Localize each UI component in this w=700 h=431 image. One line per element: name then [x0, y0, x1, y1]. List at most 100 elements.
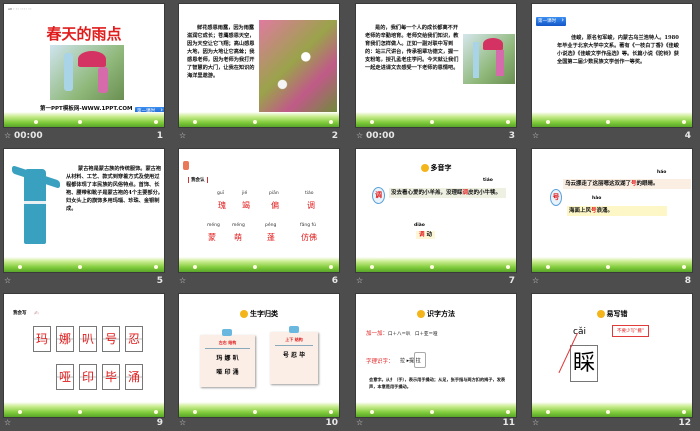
slide-thumbnail-2[interactable]: 鲜花感恩雨露，因为雨露滋润它成长；苍鹰感恩天空，因为天空让它飞翔；高山感恩大地，…	[178, 3, 340, 128]
slide-number: 2	[331, 131, 338, 141]
slide-footer-4: ☆ 4	[531, 130, 693, 144]
transition-star-icon[interactable]: ☆	[356, 276, 363, 285]
character-grid-cell: 睬	[570, 345, 598, 382]
slide-footer-3: ☆ 00:00 3	[355, 130, 517, 144]
method-etymology: 字理识字：	[366, 359, 394, 365]
slide-thumbnail-11[interactable]: 识字方法 加一加：口＋八＝叭 口＋亚＝哑 字理识字： 拉 ▸提 拉 会意字。从扌…	[355, 293, 517, 418]
badge-icon	[596, 310, 605, 318]
slide-number: 4	[684, 131, 691, 141]
transition-star-icon[interactable]: ☆	[356, 131, 363, 140]
slide-body-text: 佳峻，原名包军峻，内蒙古乌兰浩特人。1980年毕业于北京大学中文系。著有《一枝白…	[557, 35, 679, 65]
example-sentence: 海面上风号浪涌。	[567, 206, 667, 216]
clip-icon	[289, 326, 299, 333]
transition-star-icon[interactable]: ☆	[179, 276, 186, 285]
slide-thumbnail-9[interactable]: 我会写 ✍ 玛 娜 叭 号 忍 哑 印 毕 涌	[3, 293, 165, 418]
grass-decoration	[4, 257, 164, 272]
slide-footer-2: ☆ 2	[178, 130, 340, 144]
transition-star-icon[interactable]: ☆	[532, 276, 539, 285]
transition-star-icon[interactable]: ☆	[356, 418, 363, 427]
slide-thumbnail-8[interactable]: háo 乌云挪走了这丽嗯这双湖了号的眼睛。 号 hào 海面上风号浪涌。	[531, 148, 693, 273]
writing-grid-cell: 号	[102, 326, 120, 352]
grass-decoration	[179, 257, 339, 272]
writing-grid-cell: 印	[79, 364, 97, 390]
slide-footer-8: ☆ 8	[531, 275, 693, 289]
slide-thumbnail-12[interactable]: 易写错 cǎi 睬 不要少写“撇”	[531, 293, 693, 418]
writing-grid-cell: 哑	[56, 364, 74, 390]
structure-card-top-bottom: 上下 结构 号 忍 毕	[270, 326, 318, 384]
slide-number: 1	[156, 131, 163, 141]
grass-decoration	[179, 402, 339, 417]
illustration-image	[463, 34, 515, 84]
slide-number: 3	[508, 131, 515, 141]
slide-body-text: 鲜花感恩雨露，因为雨露滋润它成长；苍鹰感恩天空，因为天空让它飞翔；高山感恩大地，…	[187, 25, 255, 79]
blossom-photo	[259, 20, 337, 112]
method-add: 加一加：口＋八＝叭 口＋亚＝哑	[366, 331, 438, 337]
hand-icon: ✍	[34, 310, 40, 317]
grass-decoration	[4, 112, 164, 127]
slide-thumbnail-7[interactable]: 多音字 tiáo 调 没去看心爱的小羊羔，没理睬调皮的小牛犊。 diào 调 动	[355, 148, 517, 273]
writing-grid-cell: 涌	[125, 364, 143, 390]
grass-decoration	[356, 402, 516, 417]
slide-heading: 多音字	[356, 163, 516, 173]
writing-grid-cell: 叭	[79, 326, 97, 352]
glyph-chars: 拉 ▸提 拉	[400, 358, 421, 364]
slide-number: 11	[502, 418, 515, 428]
slide-number: 12	[678, 418, 691, 428]
slide-footer-1: ☆ 00:00 1	[3, 130, 165, 144]
slide-timing: 00:00	[14, 131, 43, 141]
slide-thumbnail-3[interactable]: 是的，我们每一个人的成长都离不开老师的辛勤培育。老师交给我们知识，教育我们怎样做…	[355, 3, 517, 128]
transition-star-icon[interactable]: ☆	[4, 276, 11, 285]
badge-icon	[420, 164, 429, 172]
slide-thumbnail-4[interactable]: 第一课时 佳峻，原名包军峻，内蒙古乌兰浩特人。1980年毕业于北京大学中文系。著…	[531, 3, 693, 128]
grass-decoration	[356, 257, 516, 272]
slide-number: 5	[156, 276, 163, 286]
slide-heading: 易写错	[532, 309, 692, 319]
slide-footer-10: ☆ 10	[178, 417, 340, 431]
pinyin-label: diào	[414, 223, 425, 228]
section-label: 我会写	[13, 311, 27, 316]
slide-number: 9	[156, 418, 163, 428]
site-text: 第一PPT模板网-WWW.1PPT.COM	[40, 106, 133, 112]
slide-footer-7: ☆ 7	[355, 275, 517, 289]
transition-star-icon[interactable]: ☆	[179, 418, 186, 427]
grass-decoration	[532, 402, 692, 417]
slide-timing: 00:00	[366, 131, 395, 141]
character-badge: 调	[372, 187, 385, 204]
writing-grid-cell: 忍	[125, 326, 143, 352]
transition-star-icon[interactable]: ☆	[532, 131, 539, 140]
transition-star-icon[interactable]: ☆	[532, 418, 539, 427]
slide-number: 8	[684, 276, 691, 286]
writing-grid-cell: 毕	[102, 364, 120, 390]
transition-star-icon[interactable]: ☆	[4, 418, 11, 427]
transition-star-icon[interactable]: ☆	[4, 131, 11, 140]
badge-icon	[240, 310, 248, 318]
writing-grid-cell: 玛	[33, 326, 51, 352]
illustration-image	[50, 45, 124, 100]
example-sentence: 没去看心爱的小羊羔，没理睬调皮的小牛犊。	[389, 188, 506, 198]
slide-thumbnail-10[interactable]: 生字归类 左右 结构 玛 娜 叭 哑 印 涌 上下 结构 号 忍 毕	[178, 293, 340, 418]
badge-icon	[417, 310, 425, 318]
lesson-1-button[interactable]: 第一课时	[536, 17, 566, 26]
slide-body-text: 蒙古袍是蒙古族的传统服饰。蒙古袍从材料、工艺、款式到穿着方式及使用过程都体现了本…	[66, 166, 163, 212]
slide-footer-5: ☆ 5	[3, 275, 165, 289]
slide-thumbnail-6[interactable]: 我会认 guī jié piān tiáo 瑰竭偏调 méng méng péng fǎng…	[178, 148, 340, 273]
structure-card-left-right: 左右 结构 玛 娜 叭 哑 印 涌	[200, 329, 255, 387]
character-badge: 号	[550, 189, 562, 206]
slide-footer-11: ☆ 11	[355, 417, 517, 431]
pinyin-label: tiáo	[483, 178, 493, 183]
slide-thumbnail-5[interactable]: 蒙古袍是蒙古族的传统服饰。蒙古袍从材料、工艺、款式到穿着方式及使用过程都体现了本…	[3, 148, 165, 273]
grass-decoration	[356, 112, 516, 127]
grass-decoration	[179, 112, 339, 127]
slide-heading: 识字方法	[356, 309, 516, 319]
example-sentence: 乌云挪走了这丽嗯这双湖了号的眼睛。	[563, 179, 691, 189]
section-label: 我会认	[188, 177, 208, 183]
slide-thumbnail-1[interactable]: A8 ◦ ◦◦ ◦◦◦◦ ◦◦ 春天的雨点 第一PPT模板网-WWW.1PPT.…	[3, 3, 165, 128]
slide-heading: 生字归类	[179, 309, 339, 319]
clip-icon	[222, 329, 232, 336]
slide-footer-9: ☆ 9	[3, 417, 165, 431]
transition-star-icon[interactable]: ☆	[179, 131, 186, 140]
slide-number: 7	[508, 276, 515, 286]
grass-decoration	[4, 402, 164, 417]
example-word: 调 动	[416, 231, 435, 239]
slide-footer-6: ☆ 6	[178, 275, 340, 289]
